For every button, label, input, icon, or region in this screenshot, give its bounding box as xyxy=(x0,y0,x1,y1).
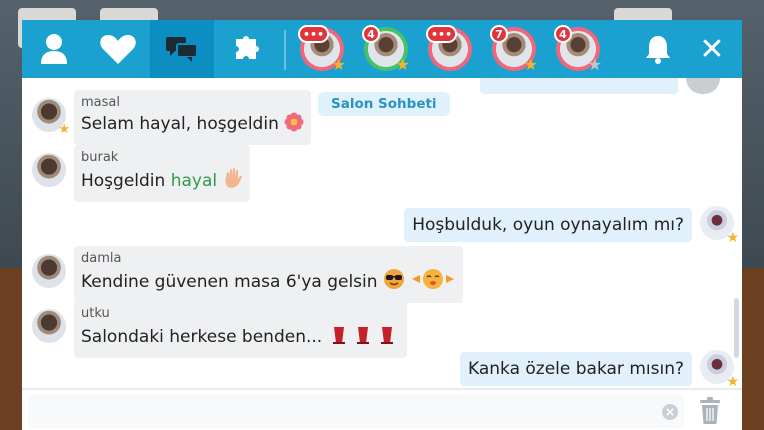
message-bubble[interactable]: damla Kendine güvenen masa 6'ya gelsin xyxy=(74,246,464,303)
message-composer: × xyxy=(22,388,742,430)
chat-messages[interactable]: Salon Sohbeti ★ masal Selam hayal, hoşge… xyxy=(22,78,742,390)
clear-input-button[interactable]: × xyxy=(662,404,678,420)
star-icon: ★ xyxy=(331,55,346,74)
avatar[interactable] xyxy=(32,309,66,343)
star-icon: ★ xyxy=(523,55,538,74)
message-bubble[interactable]: masal Selam hayal, hoşgeldin xyxy=(74,90,312,145)
tab-friends[interactable] xyxy=(86,20,150,78)
message-text: Selam hayal, hoşgeldin xyxy=(81,114,279,134)
background-table-edge xyxy=(742,268,764,430)
room-label: Salon Sohbeti xyxy=(318,92,450,116)
avatar[interactable]: ★ xyxy=(700,206,739,245)
message-sender: damla xyxy=(81,251,122,266)
tab-chat[interactable] xyxy=(150,20,214,78)
message-text: Kendine güvenen masa 6'ya gelsin xyxy=(81,272,378,292)
puzzle-icon xyxy=(236,36,259,59)
chat-bubbles-icon xyxy=(166,37,198,62)
avatar[interactable]: ★ xyxy=(32,98,70,136)
heart-icon xyxy=(100,35,136,64)
online-friend-avatar[interactable]: 7 ★ xyxy=(490,25,538,74)
avatar[interactable] xyxy=(32,254,66,288)
chat-panel: ••• ★ 4 ★ ••• 7 ★ 4 ★ ✕ Salon Sohbeti ★ … xyxy=(22,20,742,430)
background-table-edge xyxy=(0,268,22,430)
message-sender: burak xyxy=(81,150,119,165)
star-icon: ★ xyxy=(58,122,70,137)
kissing-face-emoji-icon xyxy=(410,268,456,297)
close-button[interactable]: ✕ xyxy=(694,31,730,67)
message-sender: masal xyxy=(81,95,120,110)
mention[interactable]: hayal xyxy=(171,171,217,191)
notification-badge: ••• xyxy=(426,25,458,43)
message-text: Salondaki herkese benden... xyxy=(81,327,323,347)
user-icon xyxy=(41,34,67,64)
online-friend-avatar[interactable]: 4 ★ xyxy=(362,25,410,74)
star-icon: ★ xyxy=(395,55,410,74)
divider xyxy=(284,30,286,70)
scrollbar[interactable] xyxy=(734,298,739,358)
close-icon: ✕ xyxy=(699,31,725,67)
trash-icon xyxy=(700,397,720,424)
bell-icon xyxy=(646,36,670,64)
message-input[interactable] xyxy=(28,394,684,428)
message-sender: utku xyxy=(81,306,110,321)
waving-hand-emoji-icon xyxy=(223,167,243,196)
avatar[interactable] xyxy=(32,153,66,187)
message-text: Hoşgeldin xyxy=(81,171,171,191)
notification-badge: 4 xyxy=(554,25,572,43)
star-icon: ★ xyxy=(726,374,739,390)
avatar[interactable]: ★ xyxy=(700,350,739,389)
notifications-button[interactable] xyxy=(640,32,676,66)
star-icon: ★ xyxy=(726,230,739,246)
message-bubble[interactable]: utku Salondaki herkese benden... xyxy=(74,301,407,358)
tab-profile[interactable] xyxy=(22,20,86,78)
flower-emoji-icon xyxy=(284,112,304,139)
notification-badge: ••• xyxy=(298,25,330,43)
online-friend-avatar[interactable]: ••• ★ xyxy=(298,25,346,74)
top-bar: ••• ★ 4 ★ ••• 7 ★ 4 ★ ✕ xyxy=(22,20,742,78)
online-friend-avatar[interactable]: ••• xyxy=(426,25,472,71)
online-friend-avatar[interactable]: 4 ★ xyxy=(554,25,602,74)
notification-badge: 4 xyxy=(362,25,380,43)
star-icon: ★ xyxy=(587,55,602,74)
notification-badge: 7 xyxy=(490,25,508,43)
avatar xyxy=(686,78,720,94)
delete-button[interactable] xyxy=(690,394,730,428)
message-bubble-own[interactable]: Kanka özele bakar mısın? xyxy=(459,352,692,386)
tea-glasses-emoji-icon xyxy=(328,323,400,352)
message-bubble[interactable]: burak Hoşgeldin hayal xyxy=(74,145,250,202)
tab-games[interactable] xyxy=(214,20,278,78)
previous-message-bubble xyxy=(480,78,678,94)
message-bubble-own[interactable]: Hoşbulduk, oyun oynayalım mı? xyxy=(404,208,692,242)
list-item: Kanka özele bakar mısın? ★ xyxy=(382,350,739,389)
list-item: Hoşbulduk, oyun oynayalım mı? ★ xyxy=(382,206,739,245)
close-icon: × xyxy=(664,405,676,419)
sunglasses-emoji-icon xyxy=(383,268,405,297)
